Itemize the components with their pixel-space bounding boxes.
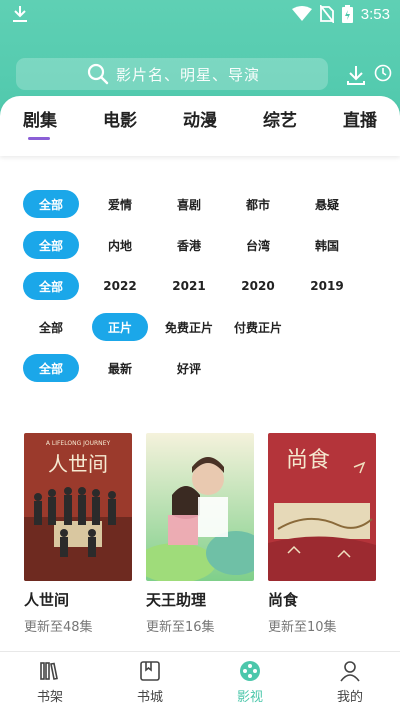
card-episode-status: 更新至48集	[24, 620, 93, 635]
filter-chip[interactable]: 香港	[161, 231, 217, 259]
nav-item-video[interactable]: 影视	[200, 660, 300, 705]
filter-chip[interactable]: 韩国	[299, 231, 355, 259]
filter-chip[interactable]: 2022	[92, 272, 148, 300]
nav-item-bookshelf[interactable]: 书架	[0, 660, 100, 705]
tab-anime[interactable]: 动漫	[170, 106, 230, 131]
filter-chip[interactable]: 免费正片	[161, 313, 217, 341]
poster-image: 尚食	[268, 433, 376, 581]
tab-live[interactable]: 直播	[330, 106, 390, 131]
filter-chip[interactable]: 全部	[23, 190, 79, 218]
filter-chip[interactable]: 好评	[161, 354, 217, 382]
card-title: 人世间	[24, 591, 70, 609]
poster-image	[146, 433, 254, 581]
nav-label: 书城	[136, 690, 163, 705]
filter-chip[interactable]: 正片	[92, 313, 148, 341]
search-input[interactable]: 影片名、明星、导演	[16, 58, 328, 90]
tab-active-indicator	[28, 137, 50, 140]
history-icon[interactable]	[374, 64, 392, 82]
bottom-navigation: 书架 书城 影视 我的	[0, 651, 400, 711]
video-card[interactable]: 尚食 尚食 更新至10集	[268, 433, 376, 635]
filter-row-year: 全部 2022 2021 2020 2019	[0, 272, 400, 302]
search-placeholder: 影片名、明星、导演	[116, 65, 261, 84]
filter-row-genre: 全部 爱情 喜剧 都市 悬疑	[0, 190, 400, 220]
nav-label: 我的	[336, 690, 363, 705]
filter-row-pay: 全部 正片 免费正片 付费正片	[0, 313, 400, 343]
download-notification-icon	[13, 6, 27, 22]
filter-chip[interactable]: 2020	[230, 272, 286, 300]
battery-icon	[341, 5, 353, 23]
search-icon	[87, 63, 109, 85]
tab-series[interactable]: 剧集	[10, 106, 70, 131]
nav-label: 书架	[36, 690, 63, 705]
status-bar: 3:53	[0, 0, 400, 30]
card-title: 天王助理	[146, 591, 207, 609]
category-tabs: 剧集 电影 动漫 综艺 直播	[0, 96, 400, 156]
wifi-icon	[291, 6, 312, 21]
filter-row-sort: 全部 最新 好评	[0, 354, 400, 384]
filter-chip[interactable]: 台湾	[230, 231, 286, 259]
filter-chip[interactable]: 最新	[92, 354, 148, 382]
filter-chip[interactable]: 付费正片	[230, 313, 286, 341]
poster-image: 人世间 A LIFELONG JOURNEY	[24, 433, 132, 581]
poster-title: 人世间	[48, 452, 108, 476]
filter-chip[interactable]: 全部	[23, 313, 79, 341]
nav-item-profile[interactable]: 我的	[300, 660, 400, 705]
filter-chip[interactable]: 内地	[92, 231, 148, 259]
card-episode-status: 更新至16集	[146, 620, 215, 635]
bookshelf-icon	[40, 662, 58, 680]
poster-title: 尚食	[286, 448, 330, 473]
film-reel-icon	[240, 661, 260, 681]
no-sim-icon	[319, 5, 334, 23]
filter-row-region: 全部 内地 香港 台湾 韩国	[0, 231, 400, 261]
tab-variety[interactable]: 综艺	[250, 106, 310, 131]
card-episode-status: 更新至10集	[268, 620, 337, 635]
card-title: 尚食	[268, 591, 299, 609]
profile-icon	[340, 661, 360, 682]
bookstore-icon	[140, 661, 160, 681]
nav-item-bookstore[interactable]: 书城	[100, 660, 200, 705]
filter-chip[interactable]: 全部	[23, 354, 79, 382]
filter-chip[interactable]: 2021	[161, 272, 217, 300]
filter-chip[interactable]: 悬疑	[299, 190, 355, 218]
video-card[interactable]: 天王助理 更新至16集	[146, 433, 254, 635]
filter-chip[interactable]: 爱情	[92, 190, 148, 218]
filter-chip[interactable]: 全部	[23, 231, 79, 259]
poster-tagline: A LIFELONG JOURNEY	[46, 440, 111, 447]
nav-label: 影视	[236, 690, 263, 705]
tab-movie[interactable]: 电影	[90, 106, 150, 131]
filter-chip[interactable]: 2019	[299, 272, 355, 300]
status-time: 3:53	[360, 5, 390, 23]
filter-chip[interactable]: 全部	[23, 272, 79, 300]
filter-chip[interactable]: 都市	[230, 190, 286, 218]
download-icon[interactable]	[346, 64, 366, 86]
filter-chip[interactable]: 喜剧	[161, 190, 217, 218]
video-card[interactable]: 人世间 A LIFELONG JOURNEY 人世间 更新至48集	[24, 433, 132, 635]
